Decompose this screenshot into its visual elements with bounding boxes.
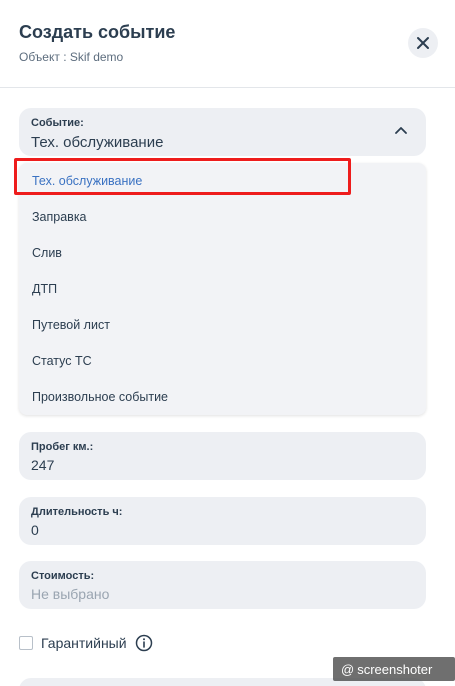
event-select-value: Тех. обслуживание [31, 134, 164, 151]
cost-label: Стоимость: [31, 570, 95, 582]
event-dropdown-list: Тех. обслуживание Заправка Слив ДТП Путе… [19, 163, 426, 415]
warranty-label[interactable]: Гарантийный [41, 635, 127, 651]
object-subtitle: Объект : Skif demo [19, 50, 124, 64]
info-icon[interactable] [135, 634, 153, 652]
option-custom-event[interactable]: Произвольное событие [19, 379, 426, 415]
option-vehicle-status[interactable]: Статус ТС [19, 343, 426, 379]
event-select[interactable]: Событие: Тех. обслуживание [19, 108, 426, 156]
mileage-field[interactable]: Пробег км.: 247 [19, 432, 426, 480]
warranty-row: Гарантийный [19, 633, 153, 653]
screenshoter-watermark: @ screenshoter [333, 657, 455, 681]
duration-label: Длительность ч: [31, 506, 123, 518]
duration-value[interactable]: 0 [31, 522, 39, 538]
page-title: Создать событие [19, 22, 176, 42]
warranty-checkbox[interactable] [19, 636, 33, 650]
cost-placeholder[interactable]: Не выбрано [31, 586, 109, 602]
option-drain[interactable]: Слив [19, 235, 426, 271]
option-waybill[interactable]: Путевой лист [19, 307, 426, 343]
mileage-value[interactable]: 247 [31, 457, 54, 473]
modal-header: Создать событие Объект : Skif demo [0, 0, 455, 88]
at-icon: @ [341, 661, 355, 677]
close-button[interactable] [408, 28, 438, 58]
chevron-up-icon[interactable] [395, 126, 407, 134]
option-accident[interactable]: ДТП [19, 271, 426, 307]
duration-field[interactable]: Длительность ч: 0 [19, 497, 426, 545]
watermark-text: screenshoter [357, 661, 433, 677]
cost-field[interactable]: Стоимость: Не выбрано [19, 561, 426, 609]
option-refuel[interactable]: Заправка [19, 199, 426, 235]
close-icon [417, 37, 429, 49]
option-maintenance[interactable]: Тех. обслуживание [19, 163, 426, 199]
event-select-label: Событие: [31, 117, 84, 129]
mileage-label: Пробег км.: [31, 441, 94, 453]
